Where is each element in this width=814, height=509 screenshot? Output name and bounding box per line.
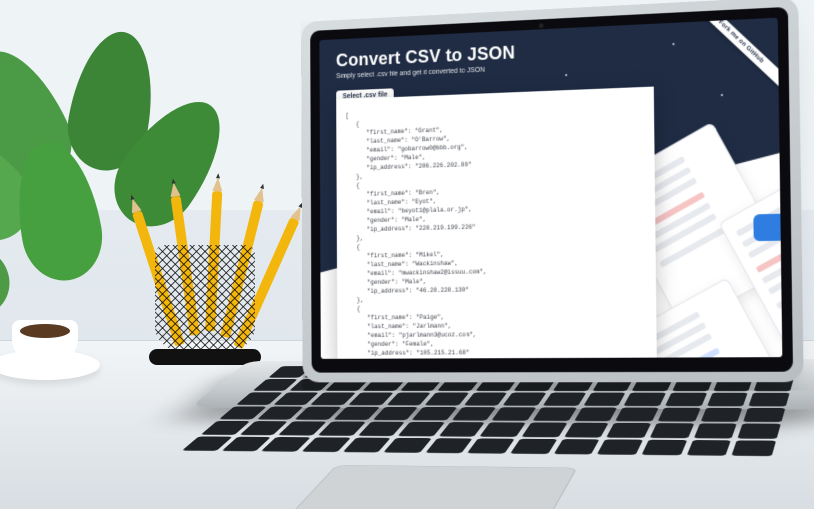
coffee-cup xyxy=(0,320,100,380)
webcam-icon xyxy=(539,23,544,28)
json-output-text: [ { "first_name": "Grant", "last_name": … xyxy=(345,101,647,359)
json-output-panel: [ { "first_name": "Grant", "last_name": … xyxy=(336,87,657,359)
csv-to-json-app: Fork me on GitHub Convert CSV to JSON Si… xyxy=(319,18,782,359)
laptop: Fork me on GitHub Convert CSV to JSON Si… xyxy=(247,0,814,509)
keyboard xyxy=(182,365,798,456)
product-photo-scene: Fork me on GitHub Convert CSV to JSON Si… xyxy=(0,0,814,509)
laptop-base xyxy=(190,359,814,410)
bezel: Fork me on GitHub Convert CSV to JSON Si… xyxy=(310,7,793,373)
side-action-button[interactable] xyxy=(753,214,780,241)
screen: Fork me on GitHub Convert CSV to JSON Si… xyxy=(319,18,782,359)
laptop-lid: Fork me on GitHub Convert CSV to JSON Si… xyxy=(301,0,804,382)
trackpad xyxy=(278,465,578,509)
pencil-cup xyxy=(145,225,265,375)
